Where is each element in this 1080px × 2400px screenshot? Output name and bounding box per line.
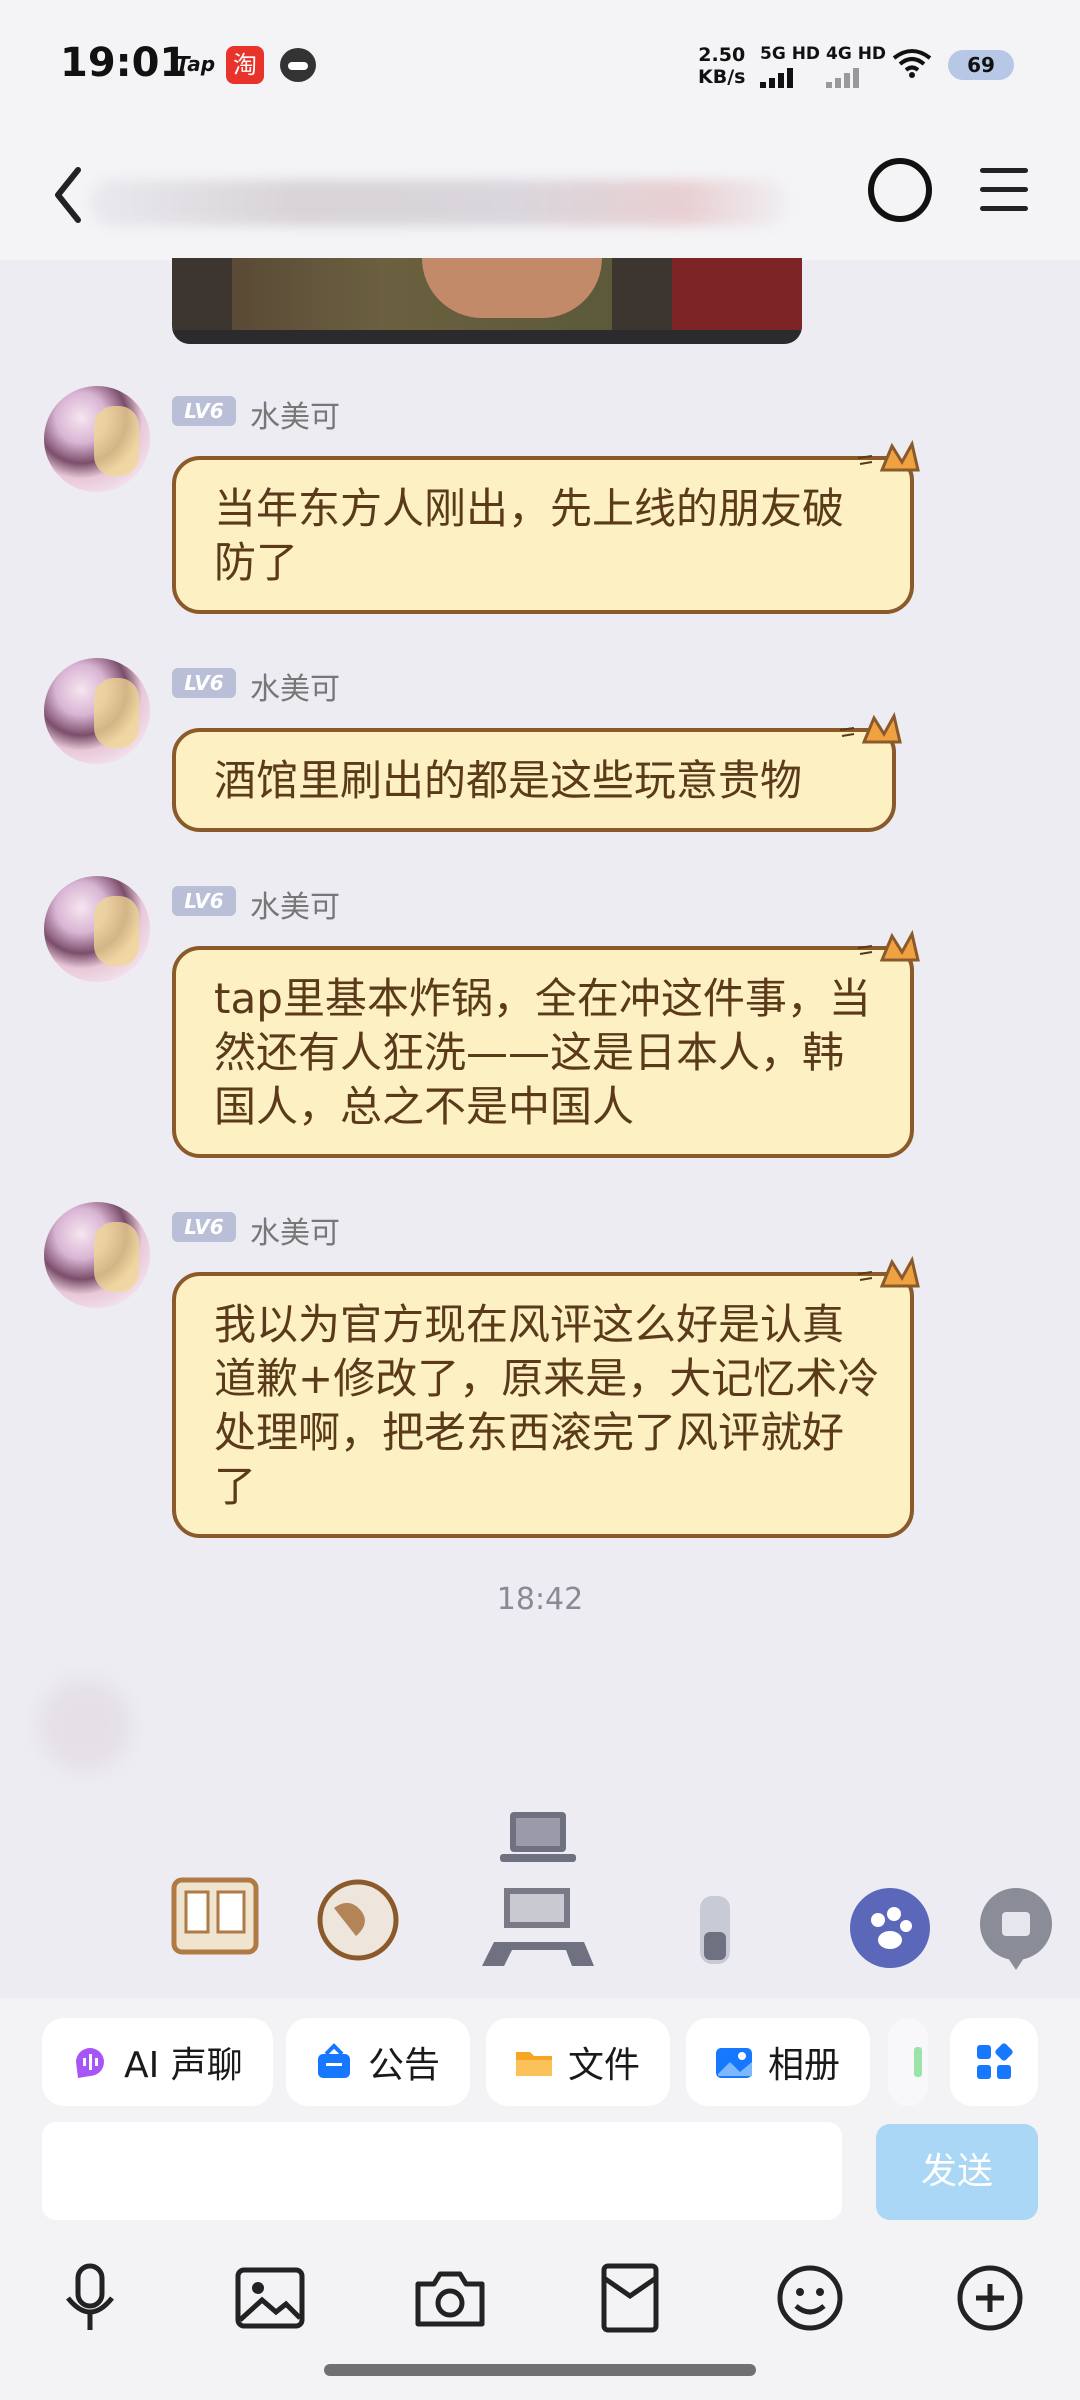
sim1-signal: 5G HD bbox=[760, 44, 820, 88]
apps-grid-icon bbox=[977, 2043, 1013, 2079]
home-indicator[interactable] bbox=[324, 2364, 756, 2376]
message-bubble[interactable]: 酒馆里刷出的都是这些玩意贵物 bbox=[172, 712, 902, 832]
emoji-icon[interactable] bbox=[768, 2256, 852, 2340]
apps-grid-button[interactable] bbox=[950, 2018, 1038, 2106]
frame-decoration-icon bbox=[171, 1877, 259, 1955]
image-icon[interactable] bbox=[228, 2256, 312, 2340]
ai-voice-icon bbox=[76, 2048, 104, 2078]
message-input[interactable] bbox=[42, 2122, 842, 2220]
album-button[interactable]: 相册 bbox=[686, 2018, 871, 2106]
message-bubble[interactable]: tap里基本炸锅，全在冲这件事，当然还有人狂洗——这是日本人，韩国人，总之不是中… bbox=[172, 930, 920, 1158]
chip-label: 相册 bbox=[768, 2045, 841, 2086]
blurred-avatar bbox=[40, 1680, 130, 1770]
message-text: tap里基本炸锅，全在冲这件事，当然还有人狂洗——这是日本人，韩国人，总之不是中… bbox=[214, 974, 871, 1131]
chip-label: 文件 bbox=[568, 2045, 641, 2086]
level-badge: LV6 bbox=[172, 1212, 236, 1242]
sender-name[interactable]: 水美可 bbox=[250, 392, 340, 436]
announcement-button[interactable]: 公告 bbox=[286, 2018, 471, 2106]
battery-indicator: 69 bbox=[948, 50, 1014, 80]
paw-badge-icon bbox=[850, 1888, 930, 1968]
folder-icon bbox=[516, 2052, 552, 2076]
sim2-label: 4G HD bbox=[826, 44, 887, 64]
announcement-icon bbox=[318, 2043, 350, 2078]
send-button[interactable]: 发送 bbox=[876, 2124, 1038, 2220]
avatar[interactable] bbox=[44, 386, 150, 492]
network-speed-value: 2.50 bbox=[698, 44, 746, 66]
cat-ear-decoration-icon bbox=[857, 930, 920, 962]
bottle-decoration-icon bbox=[700, 1896, 730, 1964]
message-text: 我以为官方现在风评这么好是认真道歉+修改了，原来是，大记忆术冷处理啊，把老东西滚… bbox=[214, 1300, 880, 1511]
message-text: 当年东方人刚出，先上线的朋友破防了 bbox=[214, 484, 845, 587]
level-badge: LV6 bbox=[172, 668, 236, 698]
image-message[interactable] bbox=[172, 258, 802, 344]
network-speed-unit: KB/s bbox=[698, 66, 746, 88]
ai-voice-chat-button[interactable]: AI 声聊 bbox=[42, 2018, 273, 2106]
avatar[interactable] bbox=[44, 658, 150, 764]
level-badge: LV6 bbox=[172, 886, 236, 916]
cat-ear-decoration-icon bbox=[857, 1256, 920, 1288]
record-circle-icon[interactable] bbox=[868, 158, 932, 222]
sender-name[interactable]: 水美可 bbox=[250, 1208, 340, 1252]
chat-header bbox=[0, 130, 1080, 260]
chip-label: AI 声聊 bbox=[124, 2045, 243, 2086]
camera-icon[interactable] bbox=[408, 2256, 492, 2340]
back-chevron-icon[interactable] bbox=[44, 160, 94, 230]
chat-title-blurred bbox=[90, 180, 790, 226]
sim2-signal: 4G HD bbox=[826, 44, 886, 88]
menu-icon[interactable] bbox=[980, 168, 1028, 212]
app-notification-icon bbox=[280, 48, 316, 82]
laptop-decoration-icon bbox=[500, 1812, 576, 1862]
cat-ear-decoration-icon bbox=[839, 712, 902, 744]
desk-decoration-icon bbox=[482, 1888, 594, 1966]
red-packet-icon[interactable] bbox=[588, 2256, 672, 2340]
signal-bars-icon bbox=[760, 66, 820, 88]
chip-label: 公告 bbox=[368, 2045, 441, 2086]
avatar[interactable] bbox=[44, 876, 150, 982]
status-bar: 19:01 Tap 淘 2.50 KB/s 5G HD 4G HD 69 bbox=[0, 0, 1080, 130]
composer: 发送 bbox=[0, 2112, 1080, 2232]
message-bubble[interactable]: 我以为官方现在风评这么好是认真道歉+修改了，原来是，大记忆术冷处理啊，把老东西滚… bbox=[172, 1256, 920, 1538]
network-speed: 2.50 KB/s bbox=[698, 44, 745, 88]
signal-bars-icon bbox=[826, 66, 886, 88]
tap-app-icon: Tap bbox=[176, 52, 216, 76]
level-badge: LV6 bbox=[172, 396, 236, 426]
wifi-icon bbox=[892, 49, 932, 78]
plus-icon[interactable] bbox=[948, 2256, 1032, 2340]
sender-name[interactable]: 水美可 bbox=[250, 664, 340, 708]
taobao-app-icon: 淘 bbox=[226, 46, 264, 84]
sim1-label: 5G HD bbox=[760, 44, 821, 64]
message-bubble[interactable]: 当年东方人刚出，先上线的朋友破防了 bbox=[172, 440, 920, 614]
chat-bubble-badge-icon bbox=[980, 1888, 1052, 1970]
more-chip-partial[interactable] bbox=[888, 2018, 928, 2106]
cat-ear-decoration-icon bbox=[857, 440, 920, 472]
decorative-icons-row bbox=[0, 1790, 1080, 1980]
microphone-icon[interactable] bbox=[48, 2256, 132, 2340]
globe-decoration-icon bbox=[317, 1879, 399, 1961]
message-text: 酒馆里刷出的都是这些玩意贵物 bbox=[214, 756, 803, 805]
quick-actions-bar: AI 声聊 公告 文件 相册 bbox=[0, 1998, 1080, 2130]
avatar[interactable] bbox=[44, 1202, 150, 1308]
chat-timestamp: 18:42 bbox=[496, 1582, 584, 1617]
sender-name[interactable]: 水美可 bbox=[250, 882, 340, 926]
files-button[interactable]: 文件 bbox=[486, 2018, 671, 2106]
status-time: 19:01 bbox=[60, 40, 188, 86]
album-icon bbox=[716, 2048, 752, 2078]
